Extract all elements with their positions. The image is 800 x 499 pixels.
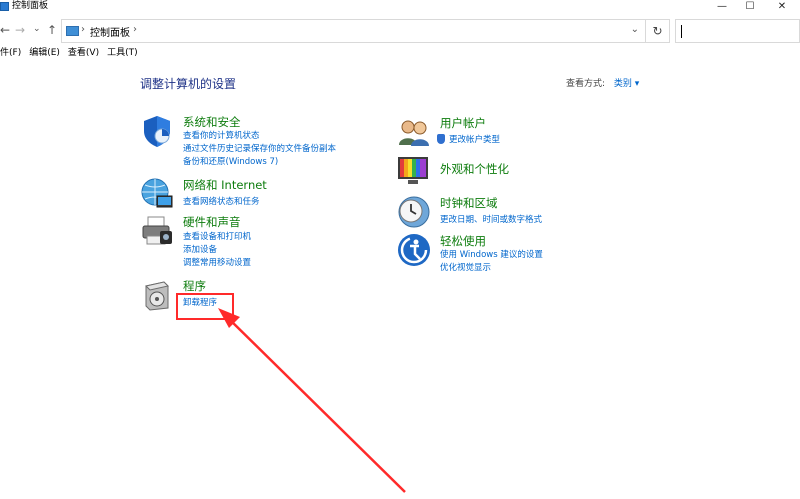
users-icon[interactable] — [397, 115, 431, 149]
annotation-highlight-box — [176, 293, 234, 320]
category-title[interactable]: 时钟和区域 — [440, 195, 498, 211]
refresh-button[interactable]: ↻ — [646, 19, 670, 43]
menu-tools[interactable]: 工具(T) — [107, 47, 138, 61]
printer-icon[interactable] — [140, 214, 174, 248]
control-panel-icon — [66, 26, 79, 36]
category-clock-region: 时钟和区域 更改日期、时间或数字格式 — [397, 195, 637, 229]
category-user-accounts: 用户帐户 更改帐户类型 — [397, 115, 637, 149]
address-bar[interactable]: › 控制面板 › ⌄ — [61, 19, 646, 43]
appearance-icon[interactable] — [397, 154, 431, 188]
page-title: 调整计算机的设置 — [140, 77, 237, 91]
category-title[interactable]: 轻松使用 — [440, 233, 486, 249]
navigation-bar: ← → ⌄ ↑ › 控制面板 › ⌄ ↻ — [0, 18, 800, 44]
link-windows-suggested-settings[interactable]: 使用 Windows 建议的设置 — [440, 248, 543, 260]
menu-view[interactable]: 查看(V) — [68, 47, 99, 61]
uac-shield-icon — [437, 134, 445, 144]
breadcrumb-separator[interactable]: › — [133, 24, 137, 35]
accessibility-icon[interactable] — [397, 233, 431, 267]
category-system-security: 系统和安全 查看你的计算机状态 通过文件历史记录保存你的文件备份副本 备份和还原… — [140, 114, 380, 169]
control-panel-icon — [0, 2, 9, 11]
menu-bar: 件(F) 编辑(E) 查看(V) 工具(T) — [0, 47, 146, 61]
category-appearance: 外观和个性化 — [397, 154, 637, 190]
back-button[interactable]: ← — [0, 23, 10, 37]
breadcrumb-separator[interactable]: › — [81, 24, 85, 35]
category-network: 网络和 Internet 查看网络状态和任务 — [140, 177, 380, 211]
link-file-history[interactable]: 通过文件历史记录保存你的文件备份副本 — [183, 142, 336, 154]
link-devices-printers[interactable]: 查看设备和打印机 — [183, 230, 251, 242]
address-dropdown-icon[interactable]: ⌄ — [631, 24, 639, 35]
category-title[interactable]: 硬件和声音 — [183, 214, 241, 230]
network-globe-icon[interactable] — [140, 177, 174, 211]
forward-button[interactable]: → — [15, 23, 25, 37]
up-button[interactable]: ↑ — [47, 23, 57, 37]
category-title[interactable]: 程序 — [183, 278, 206, 294]
menu-file[interactable]: 件(F) — [0, 47, 21, 61]
category-hardware-sound: 硬件和声音 查看设备和打印机 添加设备 调整常用移动设置 — [140, 214, 380, 270]
category-title[interactable]: 外观和个性化 — [440, 161, 509, 177]
link-network-status[interactable]: 查看网络状态和任务 — [183, 195, 260, 207]
title-bar: 控制面板 — ☐ ✕ — [0, 0, 800, 14]
category-ease-of-access: 轻松使用 使用 Windows 建议的设置 优化视觉显示 — [397, 233, 637, 273]
view-mode: 查看方式: 类别 ▾ — [566, 76, 639, 89]
recent-locations-button[interactable]: ⌄ — [33, 24, 41, 34]
text-caret — [681, 25, 682, 38]
view-mode-selector[interactable]: 类别 ▾ — [614, 79, 639, 89]
search-input[interactable] — [675, 19, 800, 43]
category-title[interactable]: 用户帐户 — [440, 115, 486, 131]
category-title[interactable]: 网络和 Internet — [183, 177, 267, 193]
link-change-account-type[interactable]: 更改帐户类型 — [449, 133, 500, 145]
menu-edit[interactable]: 编辑(E) — [29, 47, 60, 61]
shield-icon[interactable] — [140, 114, 174, 148]
link-backup-restore[interactable]: 备份和还原(Windows 7) — [183, 155, 278, 167]
link-mobility-settings[interactable]: 调整常用移动设置 — [183, 256, 251, 268]
breadcrumb-control-panel[interactable]: 控制面板 — [90, 24, 130, 39]
programs-icon[interactable] — [140, 278, 174, 312]
link-optimize-visual-display[interactable]: 优化视觉显示 — [440, 261, 491, 273]
category-title[interactable]: 系统和安全 — [183, 114, 241, 130]
close-button[interactable]: ✕ — [764, 0, 800, 12]
maximize-button[interactable]: ☐ — [732, 0, 768, 12]
link-add-device[interactable]: 添加设备 — [183, 243, 217, 255]
link-view-computer-status[interactable]: 查看你的计算机状态 — [183, 129, 260, 141]
clock-globe-icon[interactable] — [397, 195, 431, 229]
view-mode-label: 查看方式: — [566, 79, 606, 89]
window-title: 控制面板 — [12, 1, 49, 11]
link-date-time-format[interactable]: 更改日期、时间或数字格式 — [440, 213, 542, 225]
